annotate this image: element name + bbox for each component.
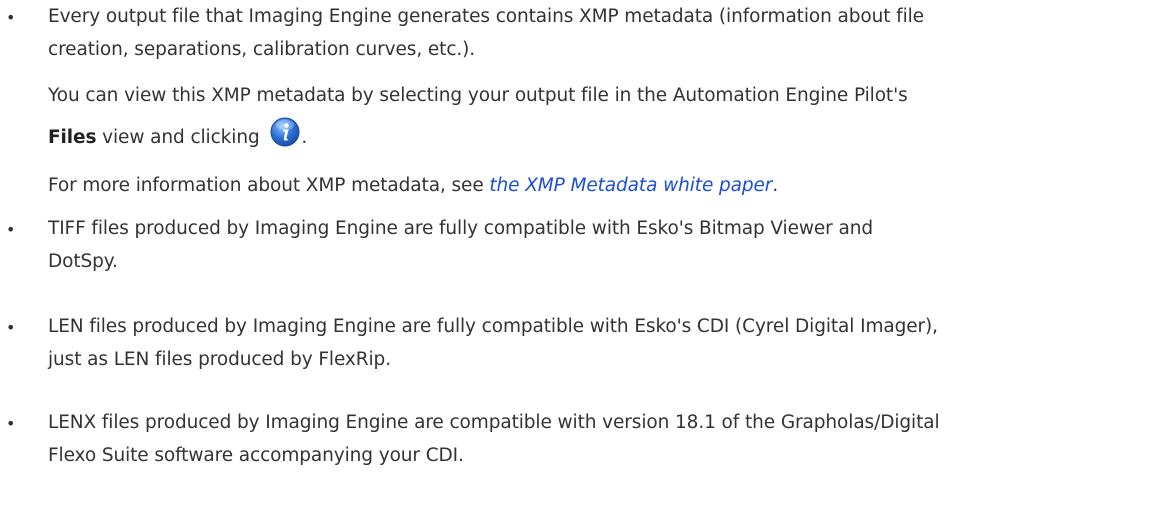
bullet-1-files-line: Files view and clicking . (48, 117, 308, 150)
bullet-3-line-2: just as LEN files produced by FlexRip. (48, 349, 391, 370)
bullet-marker: • (6, 414, 16, 433)
bullet-marker: • (6, 318, 16, 337)
files-view-label: Files (48, 127, 97, 148)
files-line-text: view and clicking (96, 127, 266, 148)
info-icon (269, 116, 301, 148)
para-3-end: . (772, 175, 779, 196)
bullet-3-line-1: LEN files produced by Imaging Engine are… (48, 316, 938, 337)
document-body: • Every output file that Imaging Engine … (0, 0, 1154, 532)
bullet-marker: • (6, 8, 16, 27)
bullet-1-para-3: For more information about XMP metadata,… (48, 174, 778, 198)
bullet-1-line-2: creation, separations, calibration curve… (48, 39, 476, 60)
para-3-text: For more information about XMP metadata,… (48, 175, 490, 196)
xmp-white-paper-link[interactable]: the XMP Metadata white paper (489, 175, 772, 196)
bullet-2-line-1: TIFF files produced by Imaging Engine ar… (48, 218, 873, 239)
files-line-end: . (301, 127, 308, 148)
bullet-4-line-2: Flexo Suite software accompanying your C… (48, 445, 464, 466)
bullet-1-para-2: You can view this XMP metadata by select… (48, 85, 908, 106)
bullet-2-line-2: DotSpy. (48, 251, 118, 272)
bullet-4-line-1: LENX files produced by Imaging Engine ar… (48, 412, 940, 433)
bullet-1-line-1: Every output file that Imaging Engine ge… (48, 6, 924, 27)
bullet-marker: • (6, 220, 16, 239)
